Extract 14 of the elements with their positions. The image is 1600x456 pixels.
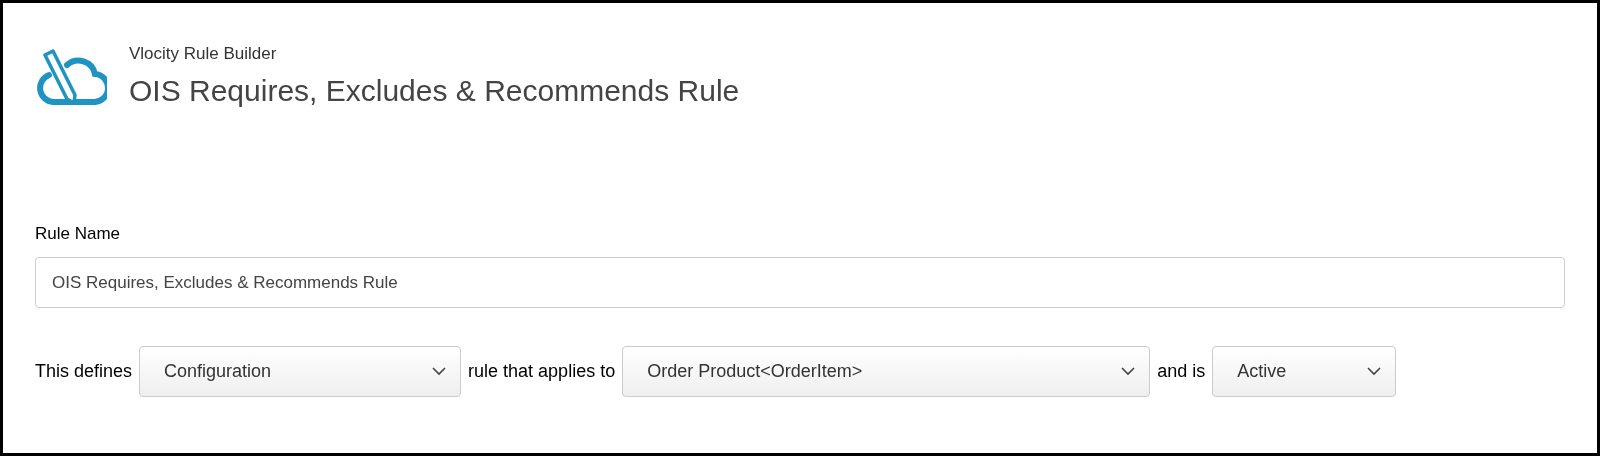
dropdown[interactable]: Configuration bbox=[139, 346, 462, 397]
chevron-down-icon bbox=[1367, 367, 1382, 376]
app-name: Vlocity Rule Builder bbox=[129, 43, 278, 65]
sentence-text: and is bbox=[1157, 360, 1206, 383]
chevron-down-icon bbox=[1121, 367, 1136, 376]
rule-name-field[interactable]: OIS Requires, Excludes & Recommends Rule bbox=[35, 257, 1565, 308]
dropdown[interactable]: Active bbox=[1212, 346, 1397, 397]
cloud-pencil-icon bbox=[35, 49, 107, 105]
field-label: Rule Name bbox=[35, 223, 122, 245]
page-title: OIS Requires, Excludes & Recommends Rule bbox=[129, 73, 740, 109]
sentence-text: rule that applies to bbox=[468, 360, 616, 383]
chevron-down-icon bbox=[432, 367, 447, 376]
sentence-text: This defines bbox=[35, 360, 133, 383]
dropdown[interactable]: Order Product<OrderItem> bbox=[622, 346, 1151, 397]
